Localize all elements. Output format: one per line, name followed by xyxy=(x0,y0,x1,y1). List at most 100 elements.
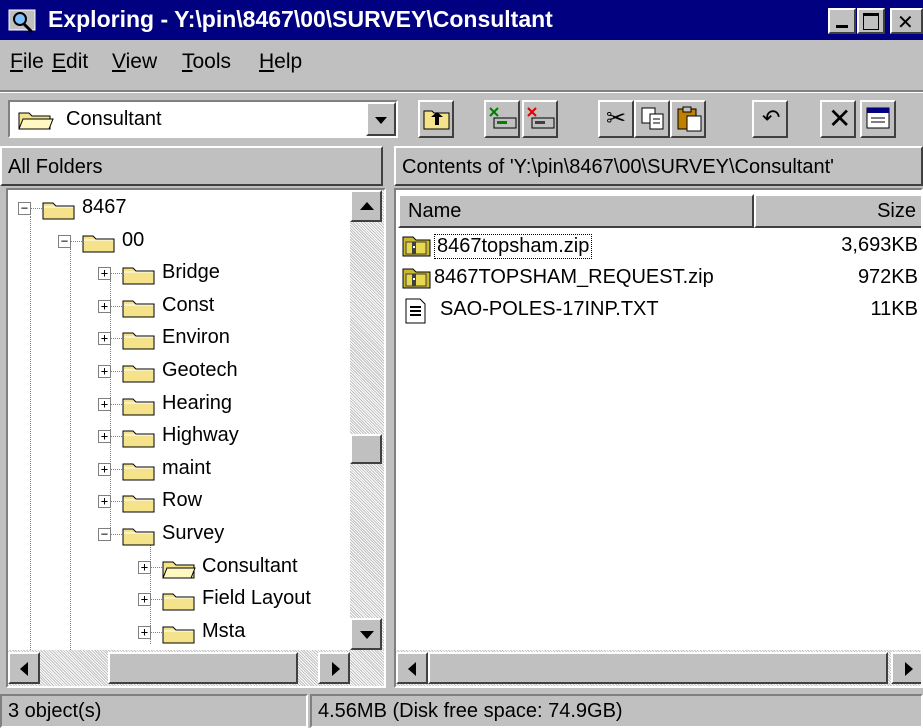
address-value: Consultant xyxy=(66,108,162,130)
up-one-level-button[interactable] xyxy=(418,100,454,138)
file-row[interactable]: 8467topsham.zip 3,693KB xyxy=(398,232,920,262)
file-name: 8467TOPSHAM_REQUEST.zip xyxy=(434,266,714,288)
map-drive-button[interactable] xyxy=(484,100,520,138)
disconnect-drive-button[interactable] xyxy=(522,100,558,138)
cut-icon: ✂ xyxy=(606,104,627,132)
paste-icon xyxy=(677,106,702,132)
copy-icon xyxy=(641,107,664,130)
status-object-count: 3 object(s) xyxy=(0,694,308,728)
tree-scroll-right-button[interactable] xyxy=(318,652,350,684)
properties-button[interactable] xyxy=(860,100,896,138)
tree-scroll-down-button[interactable] xyxy=(350,618,382,650)
maximize-button[interactable] xyxy=(857,8,885,34)
file-list[interactable]: Name Size 8467topsham.zip 3,693KB 8467TOPS… xyxy=(394,188,923,688)
tree-item[interactable]: + Row xyxy=(8,485,348,517)
tree-expander[interactable]: − xyxy=(98,528,111,541)
copy-button[interactable] xyxy=(634,100,670,138)
menu-tools[interactable]: Tools xyxy=(182,50,231,74)
list-scroll-left-button[interactable] xyxy=(396,652,428,684)
menu-edit[interactable]: Edit xyxy=(52,50,88,74)
tree-expander[interactable]: − xyxy=(58,234,71,248)
arrow-up-icon xyxy=(360,202,374,210)
tree-expander[interactable]: + xyxy=(138,560,151,574)
menu-help[interactable]: Help xyxy=(259,50,302,74)
tree-item[interactable]: + maint xyxy=(8,453,348,485)
column-header-size[interactable]: Size xyxy=(754,194,921,228)
folder-tree[interactable]: − 8467 − 00 + Bridge + Const + Environ + Geotech + He… xyxy=(6,188,386,688)
close-icon: ✕ xyxy=(897,10,914,34)
tree-item[interactable]: + Bridge xyxy=(8,257,348,289)
minimize-button[interactable] xyxy=(828,8,856,34)
menu-file[interactable]: File xyxy=(10,50,44,74)
undo-button[interactable]: ↶ xyxy=(752,100,788,138)
tree-scroll-left-button[interactable] xyxy=(8,652,40,684)
status-disk-space: 4.56MB (Disk free space: 74.9GB) xyxy=(310,694,923,728)
folder-icon xyxy=(82,235,115,253)
tree-item-label: Geotech xyxy=(162,359,238,381)
tree-item[interactable]: + Field Layout xyxy=(8,583,348,615)
menu-view[interactable]: View xyxy=(112,50,157,74)
tree-connector xyxy=(110,273,122,275)
delete-button[interactable]: ✕ xyxy=(820,100,856,138)
pane-splitter[interactable] xyxy=(386,146,394,691)
paste-button[interactable] xyxy=(670,100,706,138)
folder-icon xyxy=(122,365,155,383)
tree-expander[interactable]: + xyxy=(98,462,111,476)
tree-vertical-scrollbar[interactable] xyxy=(350,190,384,650)
up-one-level-icon xyxy=(423,110,450,130)
file-row[interactable]: 8467TOPSHAM_REQUEST.zip 972KB xyxy=(398,264,920,294)
tree-expander[interactable]: + xyxy=(138,593,151,607)
menu-edit-label: Edit xyxy=(52,50,89,73)
column-header-name[interactable]: Name xyxy=(398,194,754,228)
address-dropdown-button[interactable] xyxy=(366,102,396,136)
tree-expander[interactable]: + xyxy=(98,495,111,509)
tree-expander[interactable]: + xyxy=(98,365,111,378)
address-combo[interactable]: Consultant xyxy=(8,100,398,138)
delete-icon: ✕ xyxy=(828,102,852,135)
tree-item[interactable]: + Highway xyxy=(8,420,348,452)
file-row[interactable]: SAO-POLES-17INP.TXT 11KB xyxy=(398,296,920,326)
tree-hscroll-thumb[interactable] xyxy=(108,652,298,684)
close-button[interactable]: ✕ xyxy=(890,8,923,34)
tree-item[interactable]: + Consultant xyxy=(8,551,348,583)
tree-item-label: Hearing xyxy=(162,391,233,414)
tree-item[interactable]: + Const xyxy=(8,290,348,322)
tree-item[interactable]: − 00 xyxy=(8,225,348,257)
folder-icon xyxy=(122,463,155,481)
tree-item[interactable]: − 8467 xyxy=(8,192,348,224)
tree-item-label: Consultant xyxy=(202,554,298,577)
tree-expander[interactable]: + xyxy=(98,299,111,313)
zip-folder-icon xyxy=(402,236,431,257)
title-bar[interactable]: Exploring - Y:\pin\8467\00\SURVEY\Consul… xyxy=(0,0,923,40)
tree-scroll-up-button[interactable] xyxy=(350,190,382,222)
tree-connector xyxy=(110,501,122,503)
status-objects-text: 3 object(s) xyxy=(8,700,102,722)
tree-scroll-thumb[interactable] xyxy=(350,434,382,464)
window-title: Exploring - Y:\pin\8467\00\SURVEY\Consul… xyxy=(48,6,553,32)
list-horizontal-scrollbar[interactable] xyxy=(396,650,921,686)
list-scroll-right-button[interactable] xyxy=(891,652,921,684)
text-file-icon xyxy=(405,298,426,324)
tree-expander[interactable]: + xyxy=(98,430,111,444)
file-size: 3,693KB xyxy=(841,234,918,256)
tree-expander[interactable]: + xyxy=(138,625,151,639)
tree-horizontal-scrollbar[interactable] xyxy=(8,650,384,686)
all-folders-header: All Folders xyxy=(0,146,383,186)
tree-item[interactable]: + Environ xyxy=(8,322,348,354)
tree-expander[interactable]: − xyxy=(18,202,31,215)
open-folder-icon xyxy=(162,561,196,579)
cut-button[interactable]: ✂ xyxy=(598,100,634,138)
tree-item-label: Environ xyxy=(162,326,230,349)
tree-item[interactable]: + Hearing xyxy=(8,388,348,420)
tree-expander[interactable]: + xyxy=(98,397,111,411)
tree-item[interactable]: + Geotech xyxy=(8,355,348,387)
tree-item[interactable]: + Msta xyxy=(8,616,348,648)
tree-expander[interactable]: + xyxy=(98,332,111,346)
tree-connector xyxy=(150,631,162,633)
chevron-down-icon xyxy=(375,117,387,124)
tree-item[interactable]: − Survey xyxy=(8,518,348,550)
list-hscroll-thumb[interactable] xyxy=(428,652,888,684)
tree-expander[interactable]: + xyxy=(98,267,111,281)
contents-header: Contents of 'Y:\pin\8467\00\SURVEY\Consu… xyxy=(394,146,923,186)
arrow-down-icon xyxy=(360,631,374,639)
